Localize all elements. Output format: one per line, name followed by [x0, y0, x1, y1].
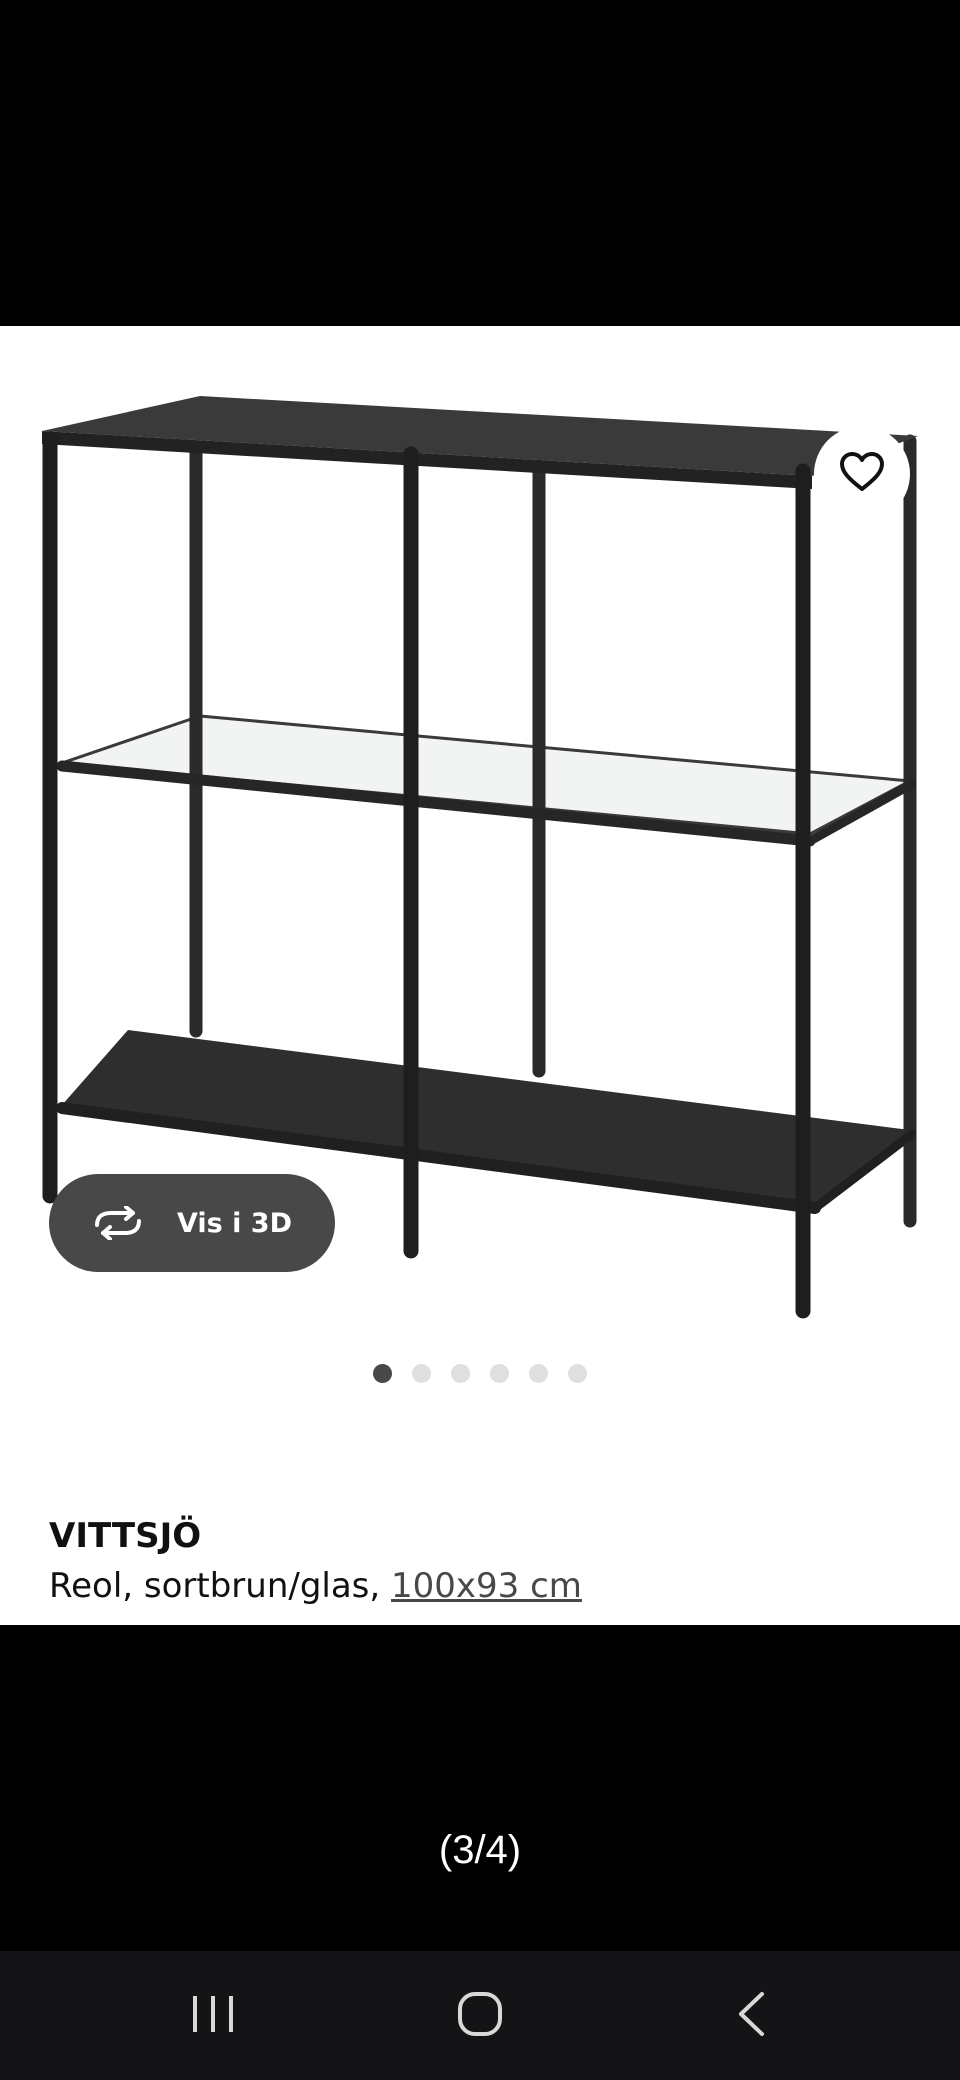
- home-icon: [457, 1991, 503, 2041]
- product-measurement-link[interactable]: 100x93 cm: [391, 1566, 582, 1606]
- view-in-3d-label: Vis i 3D: [177, 1207, 293, 1239]
- image-pagination-dots: [0, 1364, 960, 1386]
- product-description-text: Reol, sortbrun/glas,: [49, 1566, 392, 1606]
- pagination-dot[interactable]: [529, 1364, 548, 1383]
- product-description: Reol, sortbrun/glas, 100x93 cm: [49, 1566, 582, 1606]
- pagination-dot[interactable]: [412, 1364, 431, 1383]
- image-counter: (3/4): [438, 1828, 522, 1872]
- home-button[interactable]: [410, 1951, 550, 2080]
- recent-apps-icon: [191, 1994, 235, 2038]
- pagination-dot[interactable]: [568, 1364, 587, 1383]
- recent-apps-button[interactable]: [143, 1951, 283, 2080]
- system-navigation-bar: [0, 1951, 960, 2080]
- pagination-dot[interactable]: [373, 1364, 392, 1383]
- back-button[interactable]: [681, 1951, 821, 2080]
- rotate-3d-icon: [91, 1206, 145, 1240]
- view-in-3d-button[interactable]: Vis i 3D: [49, 1174, 335, 1272]
- product-card: Vis i 3D VITTSJÖ Reol, sortbrun/glas, 10…: [0, 326, 960, 1625]
- favorite-button[interactable]: [814, 426, 910, 522]
- pagination-dot[interactable]: [490, 1364, 509, 1383]
- back-icon: [736, 1991, 766, 2041]
- pagination-dot[interactable]: [451, 1364, 470, 1383]
- heart-icon: [839, 451, 885, 497]
- product-brand: VITTSJÖ: [49, 1516, 202, 1556]
